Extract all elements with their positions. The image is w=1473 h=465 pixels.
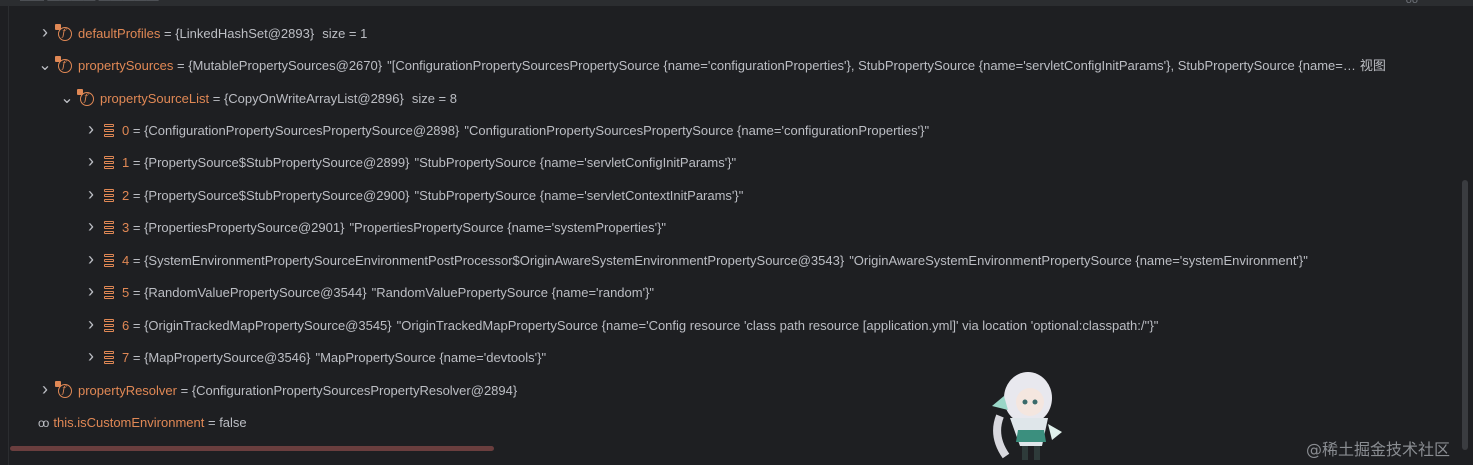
item-value: {PropertiesPropertySource@2901}	[144, 220, 345, 235]
equals-sign: =	[129, 123, 145, 138]
item-string: "OriginAwareSystemEnvironmentPropertySou…	[849, 253, 1308, 268]
field-icon	[55, 23, 72, 45]
item-value: {OriginTrackedMapPropertySource@3545}	[144, 318, 392, 333]
var-value: {CopyOnWriteArrayList@2896}	[223, 91, 404, 106]
var-name: this.isCustomEnvironment	[53, 415, 205, 430]
top-strip: —— ———— ————— oo	[0, 0, 1473, 6]
chevron-right-icon[interactable]	[84, 315, 98, 337]
chevron-down-icon[interactable]	[60, 88, 74, 110]
list-item[interactable]: 1 = {PropertySource$StubPropertySource@2…	[84, 152, 736, 174]
tree-row-is-custom-environment[interactable]: oo this.isCustomEnvironment = false	[38, 412, 247, 434]
equals-sign: =	[209, 91, 224, 106]
var-value: false	[219, 415, 247, 430]
var-name: propertySources	[78, 58, 174, 73]
list-item[interactable]: 6 = {OriginTrackedMapPropertySource@3545…	[84, 315, 1158, 337]
list-item[interactable]: 0 = {ConfigurationPropertySourcesPropert…	[84, 120, 929, 142]
vertical-scrollbar[interactable]	[1462, 180, 1468, 450]
item-string: "MapPropertySource {name='devtools'}"	[315, 350, 547, 365]
list-item[interactable]: 5 = {RandomValuePropertySource@3544} "Ra…	[84, 282, 654, 304]
array-item-icon	[104, 123, 115, 139]
array-item-icon	[104, 253, 115, 269]
var-extra: size = 8	[411, 91, 457, 106]
chevron-right-icon[interactable]	[84, 347, 98, 369]
left-gutter	[0, 6, 9, 465]
item-value: {ConfigurationPropertySourcesPropertySou…	[144, 123, 460, 138]
item-value: {PropertySource$StubPropertySource@2899}	[144, 155, 410, 170]
chevron-right-icon[interactable]	[38, 23, 52, 45]
array-item-icon	[104, 188, 115, 204]
item-index: 6	[122, 318, 130, 333]
tree-row-property-sources[interactable]: propertySources = {MutablePropertySource…	[38, 55, 1386, 77]
horizontal-scrollbar[interactable]	[10, 446, 494, 451]
field-icon	[55, 55, 72, 77]
var-extra: size = 1	[322, 26, 368, 41]
chevron-down-icon[interactable]	[38, 55, 52, 77]
var-name: defaultProfiles	[78, 26, 161, 41]
item-value: {SystemEnvironmentPropertySourceEnvironm…	[144, 253, 845, 268]
chevron-right-icon[interactable]	[84, 152, 98, 174]
tree-row-property-resolver[interactable]: propertyResolver = {ConfigurationPropert…	[38, 380, 517, 402]
item-value: {PropertySource$StubPropertySource@2900}	[144, 188, 410, 203]
item-index: 3	[122, 220, 130, 235]
var-name: propertyResolver	[78, 383, 177, 398]
array-item-icon	[104, 220, 115, 236]
equals-sign: =	[129, 285, 145, 300]
equals-sign: =	[129, 253, 145, 268]
top-strip-fragment: —— ———— —————	[20, 0, 159, 6]
watch-glasses-icon: oo	[38, 416, 49, 430]
equals-sign: =	[177, 383, 192, 398]
list-item[interactable]: 4 = {SystemEnvironmentPropertySourceEnvi…	[84, 250, 1308, 272]
var-value: {ConfigurationPropertySourcesPropertyRes…	[191, 383, 518, 398]
array-item-icon	[104, 350, 115, 366]
chevron-right-icon[interactable]	[84, 217, 98, 239]
item-index: 5	[122, 285, 130, 300]
equals-sign: =	[129, 350, 145, 365]
equals-sign: =	[129, 220, 145, 235]
item-string: "PropertiesPropertySource {name='systemP…	[349, 220, 667, 235]
field-icon	[55, 380, 72, 402]
list-item[interactable]: 7 = {MapPropertySource@3546} "MapPropert…	[84, 347, 546, 369]
equals-sign: =	[129, 188, 145, 203]
item-index: 7	[122, 350, 130, 365]
item-string: "OriginTrackedMapPropertySource {name='C…	[396, 318, 1159, 333]
item-index: 1	[122, 155, 130, 170]
equals-sign: =	[129, 318, 145, 333]
item-index: 0	[122, 123, 130, 138]
list-item[interactable]: 2 = {PropertySource$StubPropertySource@2…	[84, 185, 743, 207]
var-extra: "[ConfigurationPropertySourcesPropertySo…	[387, 58, 1356, 73]
array-item-icon	[104, 318, 115, 334]
tree-row-property-source-list[interactable]: propertySourceList = {CopyOnWriteArrayLi…	[60, 88, 457, 110]
watermark: @稀土掘金技术社区	[1306, 440, 1451, 459]
var-value: {LinkedHashSet@2893}	[175, 26, 315, 41]
view-link[interactable]: 视图	[1360, 55, 1386, 77]
array-item-icon	[104, 155, 115, 171]
item-value: {RandomValuePropertySource@3544}	[144, 285, 367, 300]
item-string: "StubPropertySource {name='servletConfig…	[414, 155, 737, 170]
chevron-right-icon[interactable]	[84, 250, 98, 272]
var-value: {MutablePropertySources@2670}	[188, 58, 383, 73]
chevron-right-icon[interactable]	[38, 380, 52, 402]
array-item-icon	[104, 285, 115, 301]
equals-sign: =	[173, 58, 189, 73]
list-item[interactable]: 3 = {PropertiesPropertySource@2901} "Pro…	[84, 217, 666, 239]
field-icon	[77, 88, 94, 110]
item-index: 2	[122, 188, 130, 203]
chevron-right-icon[interactable]	[84, 120, 98, 142]
mascot-image	[992, 372, 1062, 460]
chevron-right-icon[interactable]	[84, 185, 98, 207]
item-string: "RandomValuePropertySource {name='random…	[371, 285, 655, 300]
item-index: 4	[122, 253, 130, 268]
var-name: propertySourceList	[100, 91, 210, 106]
chevron-right-icon[interactable]	[84, 282, 98, 304]
top-strip-right-fragment: oo	[1405, 0, 1418, 6]
equals-sign: =	[160, 26, 176, 41]
equals-sign: =	[204, 415, 220, 430]
item-string: "StubPropertySource {name='servletContex…	[414, 188, 744, 203]
equals-sign: =	[129, 155, 145, 170]
item-value: {MapPropertySource@3546}	[144, 350, 311, 365]
item-string: "ConfigurationPropertySourcesPropertySou…	[464, 123, 930, 138]
tree-row-default-profiles[interactable]: defaultProfiles = {LinkedHashSet@2893} s…	[38, 23, 367, 45]
